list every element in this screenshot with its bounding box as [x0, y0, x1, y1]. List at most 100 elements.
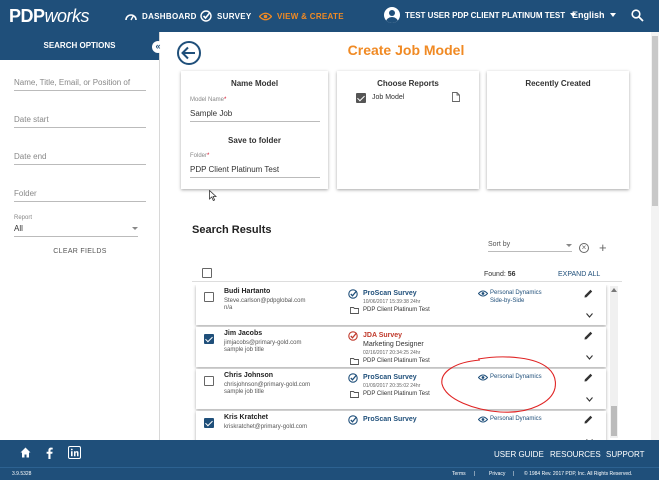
language-select[interactable]: English [572, 10, 616, 20]
recently-created-card: Recently Created [487, 71, 629, 189]
row-name[interactable]: Kris Kratchet [224, 414, 268, 421]
job-model-checkbox[interactable] [356, 93, 366, 103]
privacy-link[interactable]: Privacy [489, 471, 505, 477]
row-folder: PDP Client Platinum Test [363, 391, 430, 397]
row-name[interactable]: Budi Hartanto [224, 288, 270, 295]
row-report-link-secondary[interactable]: Side-by-Side [490, 298, 524, 304]
facebook-icon[interactable] [46, 447, 53, 459]
terms-link[interactable]: Terms [452, 471, 466, 477]
job-model-label: Job Model [372, 94, 405, 101]
folder-placeholder: Folder [14, 189, 37, 198]
edit-pencil-icon[interactable] [584, 331, 593, 340]
logo-text-works: works [44, 6, 90, 26]
chevron-down-icon [132, 227, 138, 230]
row-survey-link[interactable]: JDA Survey [363, 332, 402, 339]
nav-dashboard[interactable]: DASHBOARD [125, 10, 197, 22]
clear-fields-button[interactable]: CLEAR FIELDS [0, 248, 160, 255]
linkedin-icon[interactable] [68, 446, 81, 459]
folder-icon [350, 358, 359, 365]
document-icon[interactable] [452, 92, 460, 102]
sort-by-select[interactable]: Sort by [488, 241, 572, 252]
required-mark: * [224, 97, 227, 103]
plus-icon: + [599, 240, 607, 255]
row-job-title: Marketing Designer [363, 341, 424, 348]
row-checkbox[interactable] [204, 292, 214, 302]
chevron-down-icon[interactable] [586, 313, 593, 318]
date-end-placeholder: Date end [14, 152, 47, 161]
row-report-link[interactable]: Personal Dynamics [490, 416, 542, 422]
name-model-title: Name Model [230, 79, 279, 88]
results-scroll-thumb[interactable] [611, 406, 617, 436]
row-name[interactable]: Jim Jacobs [224, 330, 262, 337]
chevron-down-icon [566, 244, 572, 247]
row-survey-link[interactable]: ProScan Survey [363, 290, 417, 297]
edit-pencil-icon[interactable] [584, 373, 593, 382]
row-subtitle: sample job title [224, 389, 265, 395]
row-name[interactable]: Chris Johnson [224, 372, 273, 379]
version-text: 3.9.5328 [12, 471, 32, 477]
resources-link[interactable]: RESOURCES [550, 450, 601, 459]
row-checkbox[interactable] [204, 376, 214, 386]
results-scrollbar[interactable] [610, 286, 618, 438]
nav-dashboard-label: DASHBOARD [142, 11, 197, 21]
check-circle-icon [348, 331, 358, 341]
add-sort-button[interactable]: + [599, 240, 607, 255]
home-icon[interactable] [20, 447, 31, 458]
user-menu[interactable]: TEST USER PDP CLIENT PLATINUM TEST [384, 7, 577, 23]
user-guide-link[interactable]: USER GUIDE [494, 450, 544, 459]
search-results-title: Search Results [192, 224, 272, 236]
expand-all-button[interactable]: EXPAND ALL [558, 271, 600, 278]
row-survey-link[interactable]: ProScan Survey [363, 374, 417, 381]
mouse-cursor-icon [209, 190, 217, 201]
choose-reports-title: Choose Reports [377, 79, 439, 88]
row-report-links[interactable]: Personal Dynamics Side-by-Side [490, 289, 542, 305]
check-circle-icon [348, 289, 358, 299]
row-checkbox[interactable] [204, 334, 214, 344]
model-name-input[interactable]: Sample Job [190, 109, 320, 122]
result-row[interactable]: Chris Johnson chrisjohnson@primary-gold.c… [196, 369, 606, 409]
page-scrollbar[interactable] [651, 32, 659, 440]
chevron-down-icon[interactable] [586, 355, 593, 360]
row-report-link[interactable]: Personal Dynamics [490, 374, 542, 380]
row-email: chrisjohnson@primary-gold.com [224, 382, 311, 388]
result-row[interactable]: Budi Hartanto Steve.carlson@pdpglobal.com… [196, 285, 606, 325]
date-end-input[interactable]: Date end [14, 152, 146, 165]
choose-reports-card: Choose Reports Job Model [337, 71, 479, 189]
check-circle-icon [348, 415, 358, 425]
save-to-folder-title: Save to folder [228, 136, 281, 145]
row-report-links[interactable]: Personal Dynamics [490, 373, 542, 381]
nav-survey-label: SURVEY [217, 11, 252, 21]
row-report-links[interactable]: Personal Dynamics [490, 415, 542, 423]
sidebar-header: SEARCH OPTIONS « [0, 32, 164, 60]
row-folder: PDP Client Platinum Test [363, 358, 430, 364]
search-name-input[interactable]: Name, Title, Email, or Position of [14, 78, 146, 91]
date-start-input[interactable]: Date start [14, 115, 146, 128]
name-model-card: Name Model Model Name* Sample Job Save t… [181, 71, 328, 189]
result-row[interactable]: Kris Kratchet kriskratchet@primary-gold.c… [196, 411, 606, 440]
nav-survey[interactable]: SURVEY [200, 10, 252, 22]
page-scroll-thumb[interactable] [652, 36, 658, 206]
row-email: jimjacobs@primary-gold.com [224, 340, 302, 346]
folder-input[interactable]: Folder [14, 189, 146, 202]
folder-select[interactable]: PDP Client Platinum Test [190, 165, 320, 178]
row-survey-link[interactable]: ProScan Survey [363, 416, 417, 423]
select-all-checkbox[interactable] [202, 268, 212, 278]
row-checkbox[interactable] [204, 418, 214, 428]
found-number: 56 [507, 271, 516, 278]
search-button[interactable] [631, 9, 644, 24]
support-link[interactable]: SUPPORT [606, 450, 645, 459]
nav-view-create[interactable]: VIEW & CREATE [259, 10, 344, 22]
clear-sort-button[interactable]: × [579, 243, 589, 253]
row-report-link[interactable]: Personal Dynamics [490, 290, 542, 296]
chevron-down-icon[interactable] [586, 397, 593, 402]
folder-label-text: Folder [190, 153, 208, 159]
edit-pencil-icon[interactable] [584, 289, 593, 298]
eye-icon [478, 416, 488, 423]
edit-pencil-icon[interactable] [584, 415, 593, 424]
result-row[interactable]: Jim Jacobs jimjacobs@primary-gold.com samp… [196, 327, 606, 367]
found-count: Found: 56 [484, 271, 516, 278]
scroll-up-icon[interactable] [611, 288, 617, 292]
pdpworks-logo[interactable]: PDPworks [9, 6, 90, 27]
eye-icon [478, 374, 488, 381]
report-select[interactable]: All [14, 224, 138, 237]
